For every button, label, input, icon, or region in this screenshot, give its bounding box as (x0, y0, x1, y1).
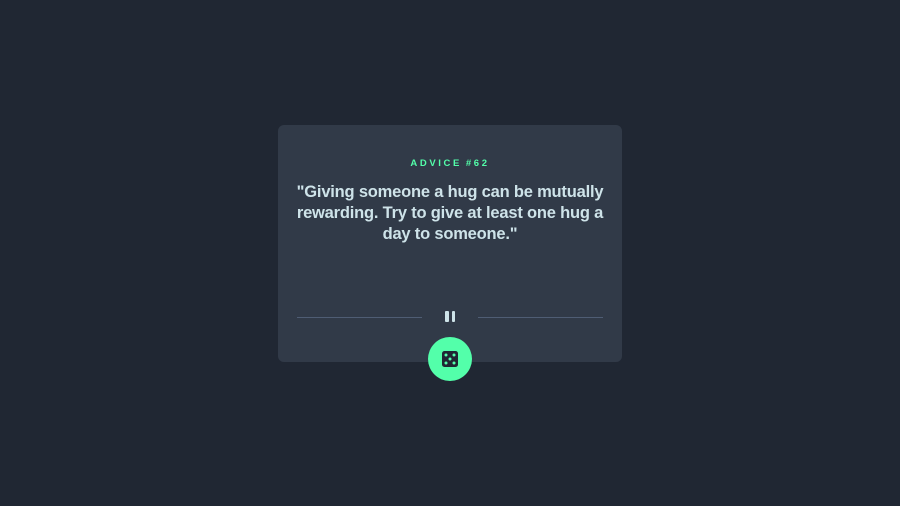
dice-icon (442, 351, 458, 367)
advice-quote: "Giving someone a hug can be mutually re… (296, 183, 604, 243)
advice-label-prefix: ADVICE (410, 158, 462, 169)
page: ADVICE #62 "Giving someone a hug can be m… (0, 0, 900, 506)
advice-number: #62 (465, 158, 490, 169)
divider-line-left (297, 317, 422, 318)
pattern-divider (297, 311, 603, 323)
divider-line-right (478, 317, 603, 318)
advice-label: ADVICE #62 (278, 158, 622, 169)
pause-icon (445, 311, 455, 323)
advice-card: ADVICE #62 "Giving someone a hug can be m… (278, 125, 622, 362)
new-advice-button[interactable] (428, 337, 472, 381)
